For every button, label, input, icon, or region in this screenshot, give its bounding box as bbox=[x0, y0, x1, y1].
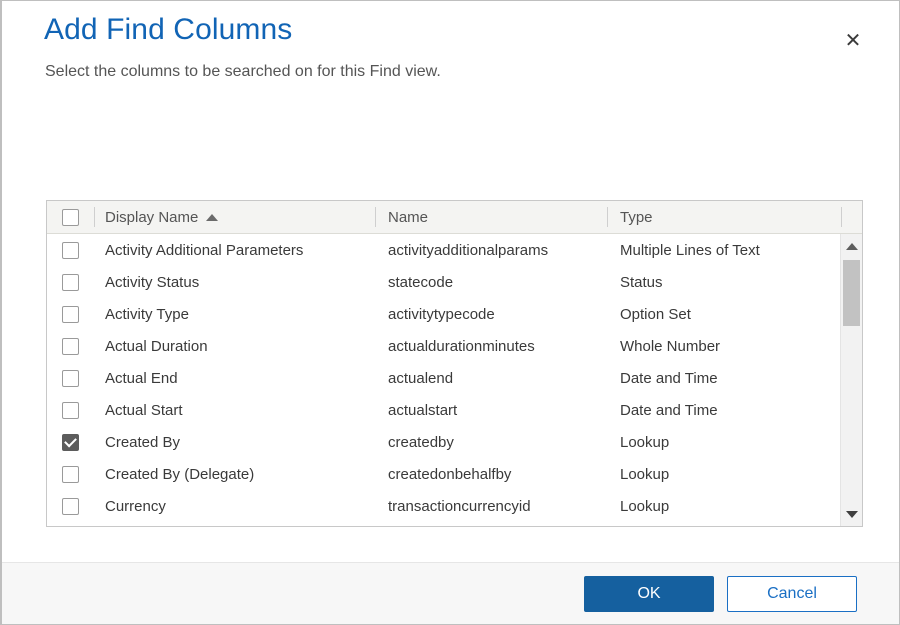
row-checkbox-cell bbox=[47, 338, 94, 355]
cell-type: Lookup bbox=[607, 458, 841, 490]
grid-body: Activity Additional Parametersactivityad… bbox=[47, 234, 862, 526]
row-checkbox[interactable] bbox=[62, 274, 79, 291]
cell-type: Option Set bbox=[607, 298, 841, 330]
column-header-type[interactable]: Type bbox=[607, 201, 841, 233]
row-checkbox[interactable] bbox=[62, 242, 79, 259]
select-all-checkbox-cell bbox=[47, 209, 94, 226]
column-header-display-name-label: Display Name bbox=[105, 209, 198, 226]
cell-name: transactioncurrencyid bbox=[375, 490, 607, 522]
row-checkbox-cell bbox=[47, 402, 94, 419]
scroll-down-arrow-icon[interactable] bbox=[841, 504, 862, 524]
row-checkbox[interactable] bbox=[62, 338, 79, 355]
cell-type: Date and Time bbox=[607, 362, 841, 394]
select-all-checkbox[interactable] bbox=[62, 209, 79, 226]
cell-name: activitytypecode bbox=[375, 298, 607, 330]
close-icon[interactable]: ✕ bbox=[837, 25, 869, 57]
table-row[interactable]: Actual DurationactualdurationminutesWhol… bbox=[47, 330, 840, 362]
grid-rows: Activity Additional Parametersactivityad… bbox=[47, 234, 840, 522]
row-checkbox[interactable] bbox=[62, 370, 79, 387]
cell-display-name: Actual End bbox=[94, 362, 375, 394]
row-checkbox-cell bbox=[47, 242, 94, 259]
row-checkbox[interactable] bbox=[62, 402, 79, 419]
cell-display-name: Created By (Delegate) bbox=[94, 458, 375, 490]
row-checkbox-cell bbox=[47, 498, 94, 515]
cell-display-name: Activity Type bbox=[94, 298, 375, 330]
ok-button[interactable]: OK bbox=[584, 576, 714, 612]
row-checkbox-cell bbox=[47, 370, 94, 387]
dialog-subtitle: Select the columns to be searched on for… bbox=[45, 63, 441, 81]
row-checkbox-cell bbox=[47, 434, 94, 451]
row-checkbox[interactable] bbox=[62, 498, 79, 515]
cell-type: Whole Number bbox=[607, 330, 841, 362]
row-checkbox-cell bbox=[47, 466, 94, 483]
cell-display-name: Actual Duration bbox=[94, 330, 375, 362]
cell-type: Lookup bbox=[607, 426, 841, 458]
table-row[interactable]: Created By (Delegate)createdonbehalfbyLo… bbox=[47, 458, 840, 490]
dialog-footer: OK Cancel bbox=[2, 562, 899, 624]
cell-name: activityadditionalparams bbox=[375, 234, 607, 266]
cell-type: Status bbox=[607, 266, 841, 298]
scroll-up-arrow-icon[interactable] bbox=[841, 236, 862, 256]
table-row[interactable]: Actual EndactualendDate and Time bbox=[47, 362, 840, 394]
grid-header-row: Display Name Name Type bbox=[47, 201, 862, 234]
row-checkbox[interactable] bbox=[62, 466, 79, 483]
scrollbar-thumb[interactable] bbox=[843, 260, 860, 326]
cell-name: actualdurationminutes bbox=[375, 330, 607, 362]
cell-display-name: Activity Status bbox=[94, 266, 375, 298]
table-row[interactable]: Activity TypeactivitytypecodeOption Set bbox=[47, 298, 840, 330]
cell-name: statecode bbox=[375, 266, 607, 298]
cell-name: actualstart bbox=[375, 394, 607, 426]
cell-display-name: Created By bbox=[94, 426, 375, 458]
cell-type: Multiple Lines of Text bbox=[607, 234, 841, 266]
column-header-display-name[interactable]: Display Name bbox=[94, 201, 375, 233]
cell-name: createdby bbox=[375, 426, 607, 458]
cell-display-name: Activity Additional Parameters bbox=[94, 234, 375, 266]
sort-ascending-icon bbox=[206, 214, 218, 221]
row-checkbox-cell bbox=[47, 274, 94, 291]
column-header-type-label: Type bbox=[620, 209, 653, 226]
cell-type: Date and Time bbox=[607, 394, 841, 426]
page-title: Add Find Columns bbox=[44, 13, 292, 47]
column-header-name-label: Name bbox=[388, 209, 428, 226]
dialog-header: Add Find Columns Select the columns to b… bbox=[2, 1, 899, 101]
cancel-button[interactable]: Cancel bbox=[727, 576, 857, 612]
table-row[interactable]: Actual StartactualstartDate and Time bbox=[47, 394, 840, 426]
cell-display-name: Currency bbox=[94, 490, 375, 522]
column-header-filler bbox=[841, 201, 862, 233]
table-row[interactable]: CurrencytransactioncurrencyidLookup bbox=[47, 490, 840, 522]
add-find-columns-dialog: Add Find Columns Select the columns to b… bbox=[0, 0, 900, 625]
vertical-scrollbar[interactable] bbox=[840, 234, 862, 526]
table-row[interactable]: Activity Additional Parametersactivityad… bbox=[47, 234, 840, 266]
cell-type: Lookup bbox=[607, 490, 841, 522]
row-checkbox[interactable] bbox=[62, 434, 79, 451]
table-row[interactable]: Created BycreatedbyLookup bbox=[47, 426, 840, 458]
cell-name: createdonbehalfby bbox=[375, 458, 607, 490]
row-checkbox[interactable] bbox=[62, 306, 79, 323]
cell-name: actualend bbox=[375, 362, 607, 394]
row-checkbox-cell bbox=[47, 306, 94, 323]
table-row[interactable]: Activity StatusstatecodeStatus bbox=[47, 266, 840, 298]
column-header-name[interactable]: Name bbox=[375, 201, 607, 233]
columns-grid: Display Name Name Type Activity Addition… bbox=[46, 200, 863, 527]
cell-display-name: Actual Start bbox=[94, 394, 375, 426]
